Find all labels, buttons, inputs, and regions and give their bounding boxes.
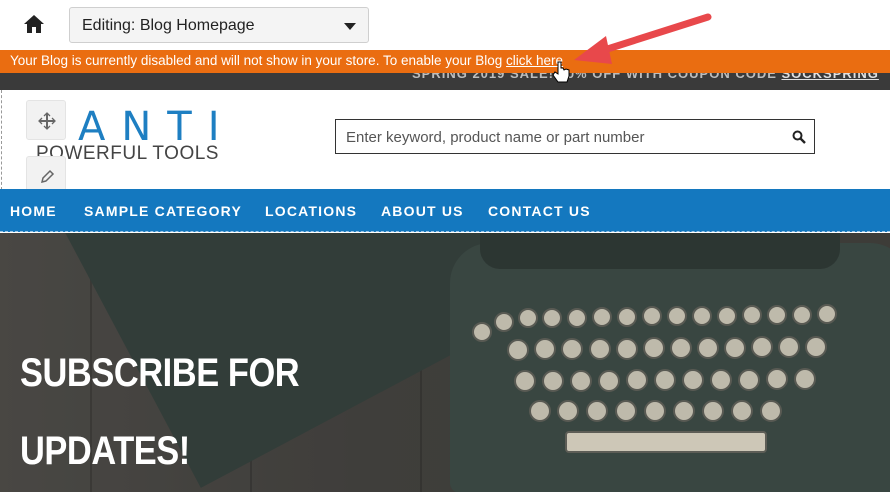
banner-text: Your Blog is currently disabled and will…: [10, 53, 507, 68]
search-icon[interactable]: [792, 130, 806, 144]
page-selector-value: Editing: Blog Homepage: [82, 17, 255, 34]
home-button[interactable]: [20, 10, 48, 38]
chevron-down-icon: [344, 23, 356, 30]
promo-text: SPRING 2019 SALE! 20% OFF WITH COUPON CO…: [412, 73, 879, 81]
page-selector-dropdown[interactable]: Editing: Blog Homepage: [69, 7, 369, 43]
section-outline: [1, 90, 2, 190]
enable-blog-link[interactable]: click here: [506, 53, 563, 68]
hero-title-line-2: UPDATES!: [20, 429, 190, 473]
nav-item-home[interactable]: HOME: [10, 203, 57, 219]
nav-item-contact-us[interactable]: CONTACT US: [488, 203, 591, 219]
banner-message: Your Blog is currently disabled and will…: [10, 53, 563, 68]
search-bar: [335, 119, 815, 154]
nav-item-about-us[interactable]: ABOUT US: [381, 203, 464, 219]
home-icon: [24, 15, 44, 33]
plus-icon: [38, 112, 56, 130]
nav-item-locations[interactable]: LOCATIONS: [265, 203, 357, 219]
blog-disabled-banner: Your Blog is currently disabled and will…: [0, 50, 890, 73]
main-navigation: HOME SAMPLE CATEGORY LOCATIONS ABOUT US …: [0, 189, 890, 232]
hero-banner: SUBSCRIBE FOR UPDATES!: [0, 233, 890, 492]
nav-item-sample-category[interactable]: SAMPLE CATEGORY: [84, 203, 242, 219]
pencil-icon: [40, 169, 55, 184]
promo-code-link[interactable]: SOCKSPRING: [782, 73, 879, 81]
search-input[interactable]: [346, 127, 776, 147]
promo-strip: SPRING 2019 SALE! 20% OFF WITH COUPON CO…: [0, 73, 890, 90]
add-section-button[interactable]: [26, 100, 66, 140]
promo-message: SPRING 2019 SALE! 20% OFF WITH COUPON CO…: [412, 73, 782, 81]
editor-toolbar: Editing: Blog Homepage: [0, 0, 890, 50]
hero-title-line-1: SUBSCRIBE FOR: [20, 351, 300, 395]
